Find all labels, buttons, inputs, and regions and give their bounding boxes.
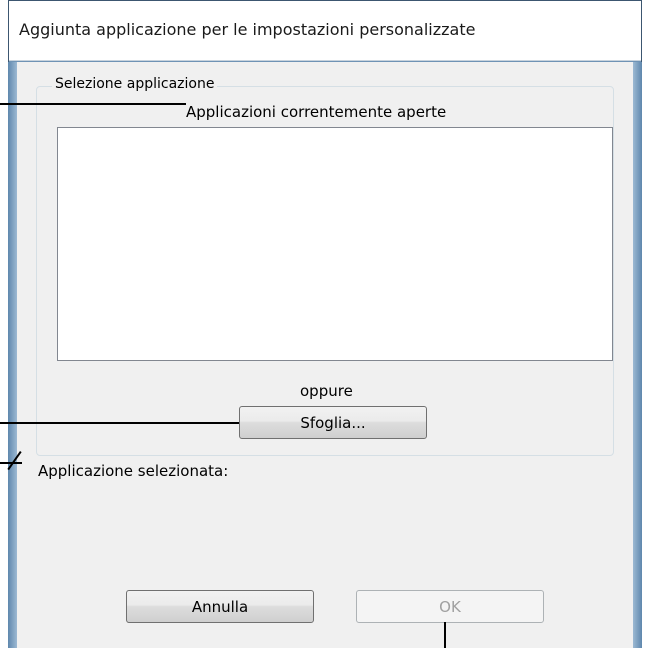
selected-application-label: Applicazione selezionata: <box>38 462 229 480</box>
callout-line-browse <box>0 422 239 424</box>
callout-line-list <box>0 103 186 105</box>
window-frame-right <box>633 62 642 648</box>
or-text: oppure <box>300 382 353 400</box>
window-frame-left <box>8 62 17 648</box>
cancel-button[interactable]: Annulla <box>126 590 314 623</box>
callout-line-ok <box>444 622 446 648</box>
ok-button[interactable]: OK <box>356 590 544 623</box>
open-applications-label: Applicazioni correntemente aperte <box>186 103 447 121</box>
title-bar[interactable]: Aggiunta applicazione per le impostazion… <box>9 1 641 61</box>
window-title: Aggiunta applicazione per le impostazion… <box>19 20 476 39</box>
open-applications-list[interactable] <box>57 127 613 361</box>
group-label: Selezione applicazione <box>52 76 218 92</box>
browse-button[interactable]: Sfoglia... <box>239 406 427 439</box>
